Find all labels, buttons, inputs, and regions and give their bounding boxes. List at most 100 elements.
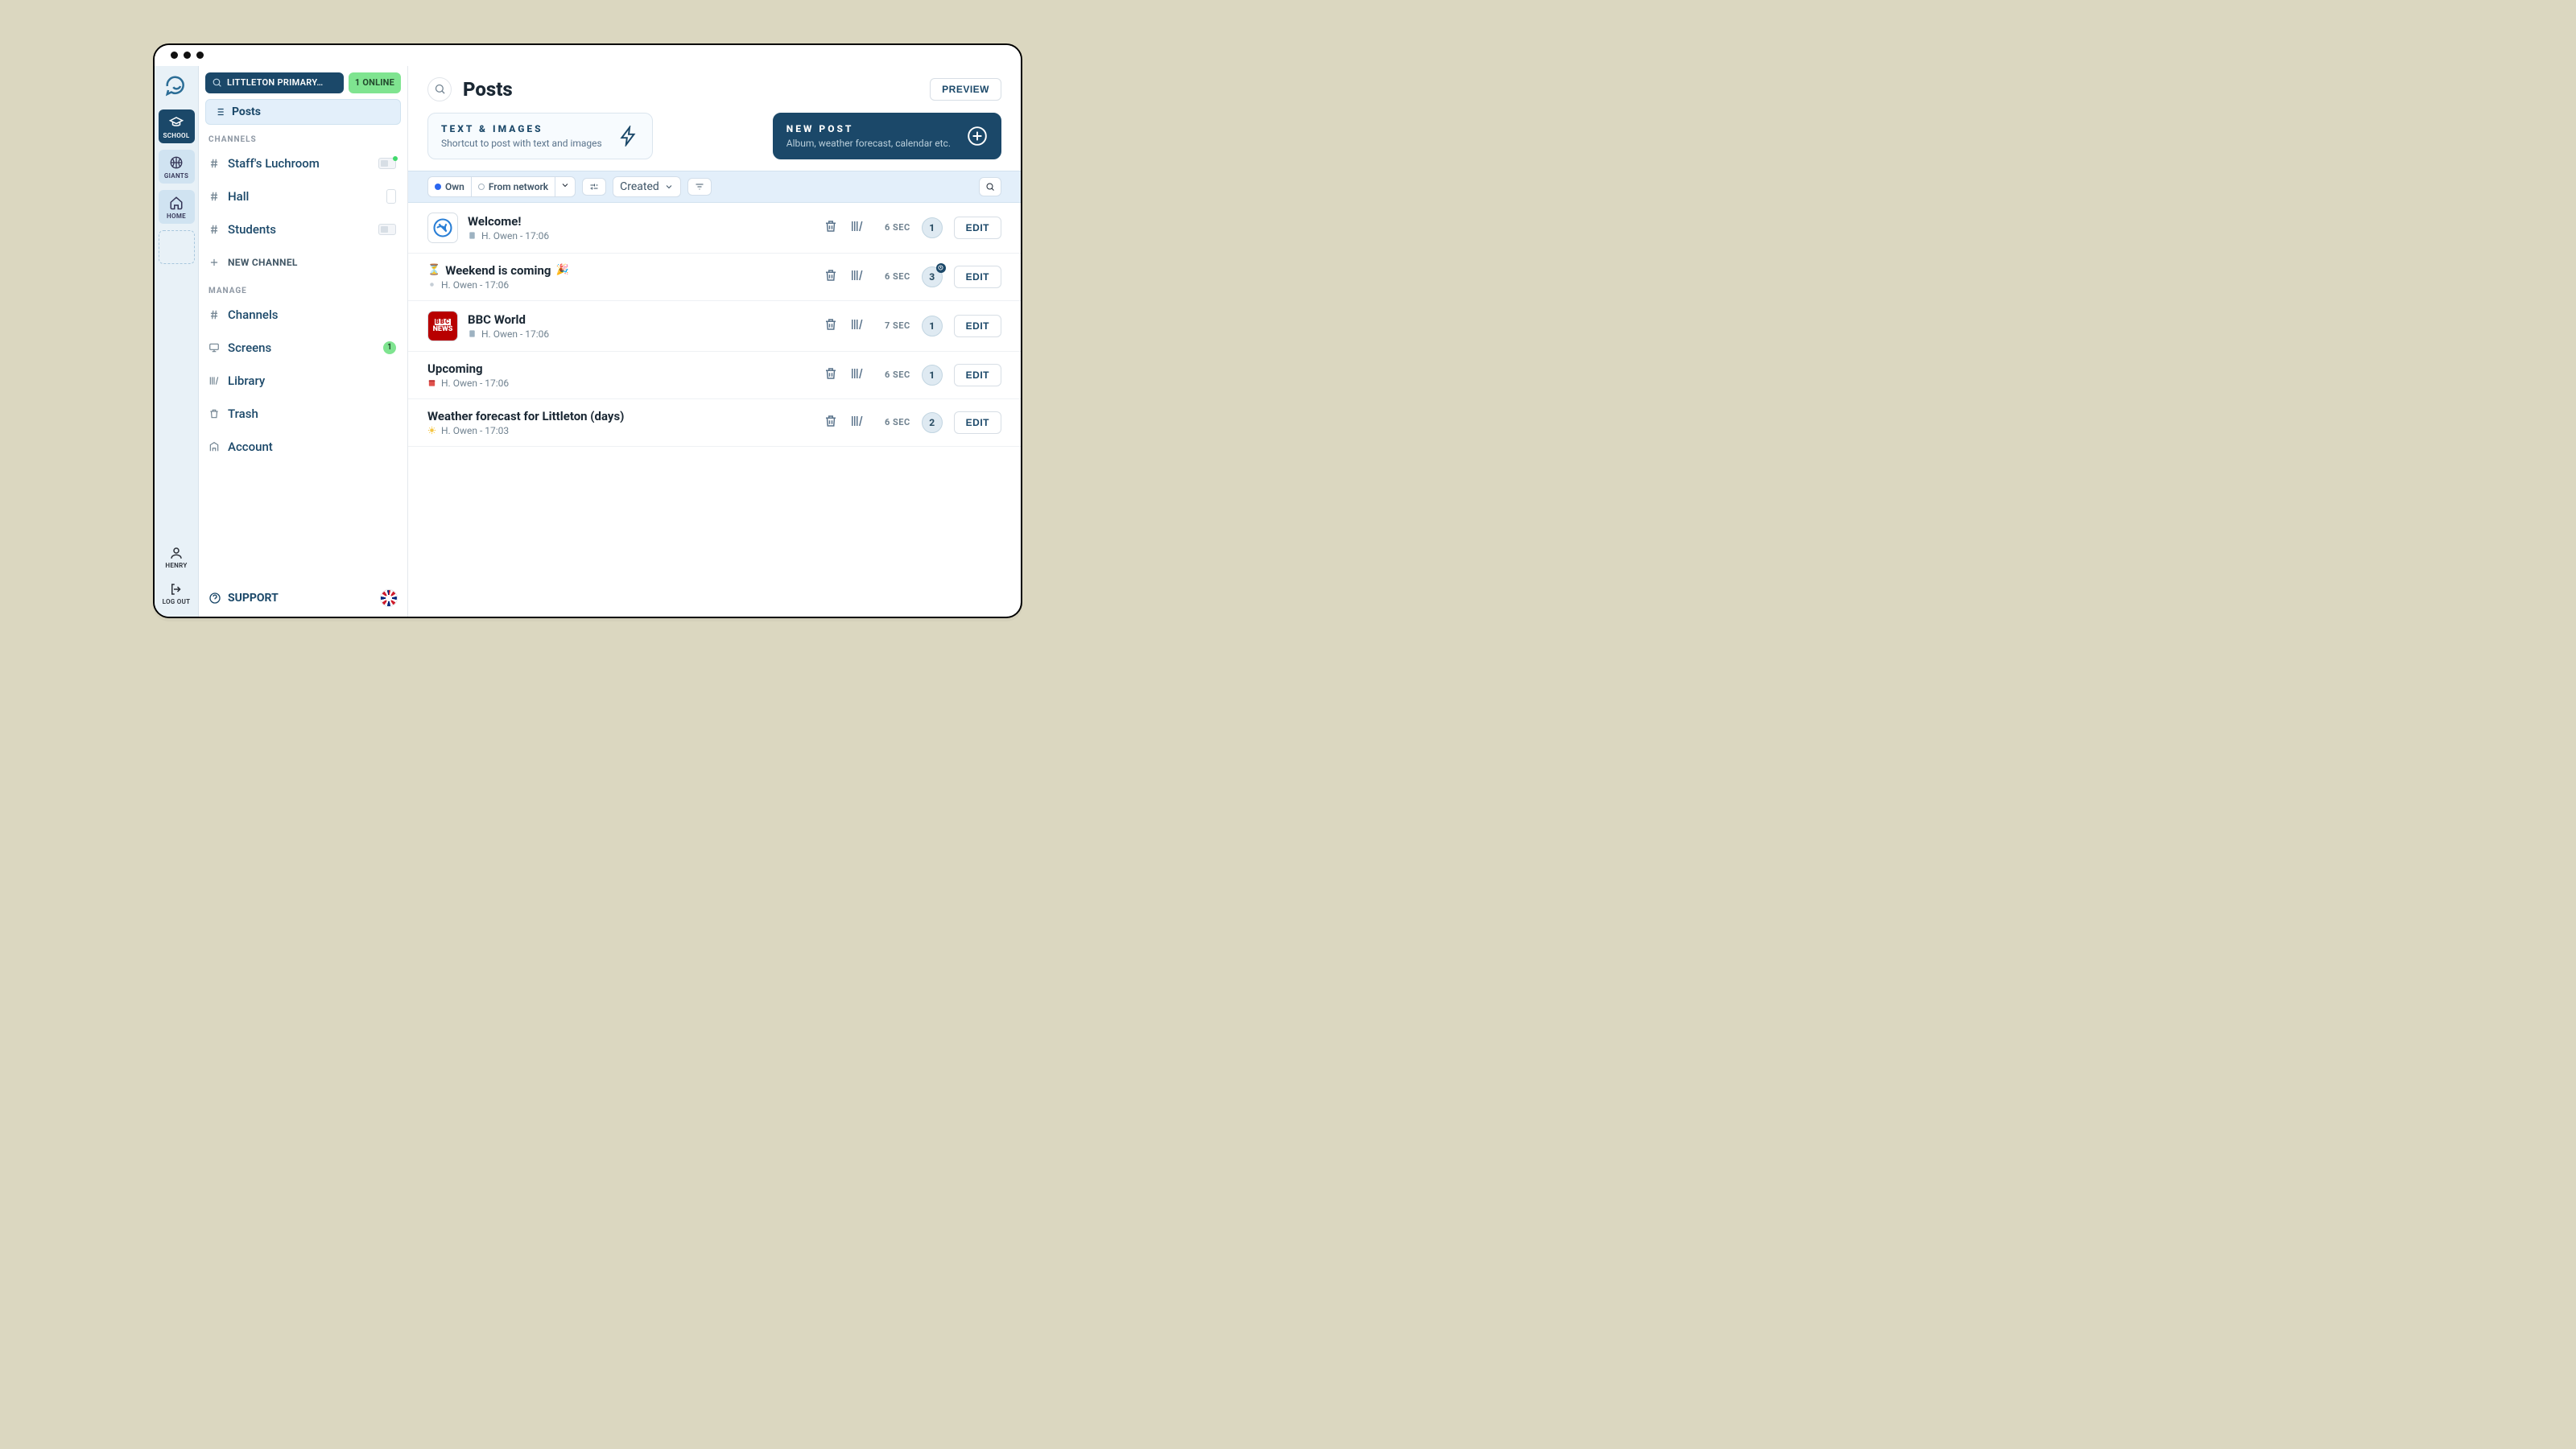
channel-label: Hall [228, 189, 378, 204]
app-logo [164, 74, 188, 98]
rail-label: GIANTS [164, 172, 188, 180]
manage-screens[interactable]: Screens 1 [205, 334, 401, 361]
segment-network[interactable]: From network [472, 177, 555, 196]
edit-button[interactable]: EDIT [954, 266, 1001, 288]
new-channel[interactable]: NEW CHANNEL [205, 249, 401, 276]
segment-dropdown[interactable] [555, 177, 575, 196]
archive-post[interactable] [849, 366, 864, 384]
post-count[interactable]: 3 [922, 266, 943, 287]
trash-icon [208, 408, 220, 419]
card-subtitle: Shortcut to post with text and images [441, 138, 602, 149]
rail-item-school[interactable]: SCHOOL [159, 109, 195, 143]
rail-logout[interactable]: LOG OUT [163, 579, 191, 609]
post-row[interactable]: Weather forecast for Littleton (days) H.… [408, 399, 1021, 447]
preview-button[interactable]: PREVIEW [930, 78, 1001, 101]
card-subtitle: Album, weather forecast, calendar etc. [786, 138, 951, 149]
post-count[interactable]: 1 [922, 316, 943, 336]
post-row[interactable]: Welcome! H. Owen - 17:06 6 SEC 1 EDIT [408, 203, 1021, 254]
channel-students[interactable]: Students [205, 216, 401, 243]
archive-post[interactable] [849, 219, 864, 237]
post-count[interactable]: 1 [922, 365, 943, 386]
delete-post[interactable] [824, 366, 838, 384]
manage-channels[interactable]: Channels [205, 301, 401, 328]
post-row[interactable]: ⏳ Weekend is coming 🎉 H. Owen - 17:06 6 … [408, 254, 1021, 301]
hash-icon [208, 224, 220, 235]
filter-bar: Own From network Created [408, 171, 1021, 203]
rail-user[interactable]: HENRY [165, 543, 187, 572]
app-root: SCHOOL GIANTS HOME HENRY LOG OUT [155, 66, 1021, 617]
edit-button[interactable]: EDIT [954, 315, 1001, 337]
archive-post[interactable] [849, 317, 864, 335]
manage-label: Channels [228, 308, 396, 322]
trash-icon [824, 219, 838, 233]
channel-screen-indicator [378, 158, 396, 169]
edit-button[interactable]: EDIT [954, 364, 1001, 386]
post-count[interactable]: 1 [922, 217, 943, 238]
delete-post[interactable] [824, 317, 838, 335]
delete-post[interactable] [824, 268, 838, 286]
logout-icon [169, 582, 184, 597]
card-title: NEW POST [786, 123, 951, 134]
page-title: Posts [463, 78, 513, 101]
sidebar-posts[interactable]: Posts [205, 99, 401, 125]
main-content: Posts PREVIEW TEXT & IMAGES Shortcut to … [408, 66, 1021, 617]
manage-account[interactable]: Account [205, 433, 401, 460]
traffic-light-close[interactable] [171, 52, 178, 59]
page-icon [468, 231, 477, 240]
building-icon [208, 441, 220, 452]
filter-button[interactable] [687, 178, 712, 196]
filter-settings[interactable] [582, 178, 606, 196]
manage-trash[interactable]: Trash [205, 400, 401, 427]
edit-button[interactable]: EDIT [954, 217, 1001, 239]
manage-library[interactable]: Library [205, 367, 401, 394]
network-search[interactable]: LITTLETON PRIMARY… [205, 72, 344, 93]
post-meta: H. Owen - 17:06 [468, 328, 549, 340]
rail-item-home[interactable]: HOME [159, 190, 195, 224]
rail-label: SCHOOL [163, 132, 190, 139]
post-row[interactable]: Upcoming H. Owen - 17:06 6 SEC 1 EDIT [408, 352, 1021, 399]
main-header: Posts PREVIEW [408, 66, 1021, 113]
post-count[interactable]: 2 [922, 412, 943, 433]
channel-hall[interactable]: Hall [205, 183, 401, 210]
manage-label: Account [228, 440, 396, 454]
channel-screen-indicator [386, 189, 396, 204]
channel-label: Staff's Luchroom [228, 156, 370, 171]
archive-post[interactable] [849, 268, 864, 286]
delete-post[interactable] [824, 219, 838, 237]
sort-dropdown[interactable]: Created [613, 176, 681, 197]
trash-icon [824, 414, 838, 428]
support-button[interactable]: SUPPORT [208, 592, 279, 605]
segment-source[interactable]: Own From network [427, 176, 576, 197]
online-badge: 1 ONLINE [349, 72, 401, 93]
manage-label: Trash [228, 407, 396, 421]
post-meta: H. Owen - 17:03 [427, 425, 624, 436]
shortcut-text-images[interactable]: TEXT & IMAGES Shortcut to post with text… [427, 113, 653, 159]
post-duration: 6 SEC [875, 369, 910, 380]
new-channel-label: NEW CHANNEL [228, 257, 396, 268]
plus-icon [208, 257, 220, 268]
archive-post[interactable] [849, 414, 864, 431]
post-duration: 6 SEC [875, 222, 910, 233]
user-icon [169, 546, 184, 560]
post-title: Welcome! [468, 214, 549, 229]
rail-logout-label: LOG OUT [163, 598, 191, 605]
header-search-button[interactable] [427, 77, 452, 101]
edit-button[interactable]: EDIT [954, 411, 1001, 434]
language-flag-uk[interactable] [380, 589, 398, 607]
sliders-icon [589, 182, 599, 192]
support-label: SUPPORT [228, 592, 279, 605]
new-post-button[interactable]: NEW POST Album, weather forecast, calend… [773, 113, 1001, 159]
rail-add-workspace[interactable] [159, 230, 195, 264]
segment-label: Own [445, 181, 464, 192]
traffic-light-min[interactable] [184, 52, 191, 59]
delete-post[interactable] [824, 414, 838, 431]
trash-icon [824, 366, 838, 381]
post-meta: H. Owen - 17:06 [427, 279, 569, 291]
traffic-light-max[interactable] [196, 52, 204, 59]
post-duration: 7 SEC [875, 320, 910, 331]
post-row[interactable]: BBCNEWS BBC World H. Owen - 17:06 7 SEC … [408, 301, 1021, 352]
segment-own[interactable]: Own [428, 177, 472, 196]
filter-search[interactable] [979, 177, 1001, 196]
channel-staff-lunchroom[interactable]: Staff's Luchroom [205, 150, 401, 177]
rail-item-giants[interactable]: GIANTS [159, 150, 195, 184]
